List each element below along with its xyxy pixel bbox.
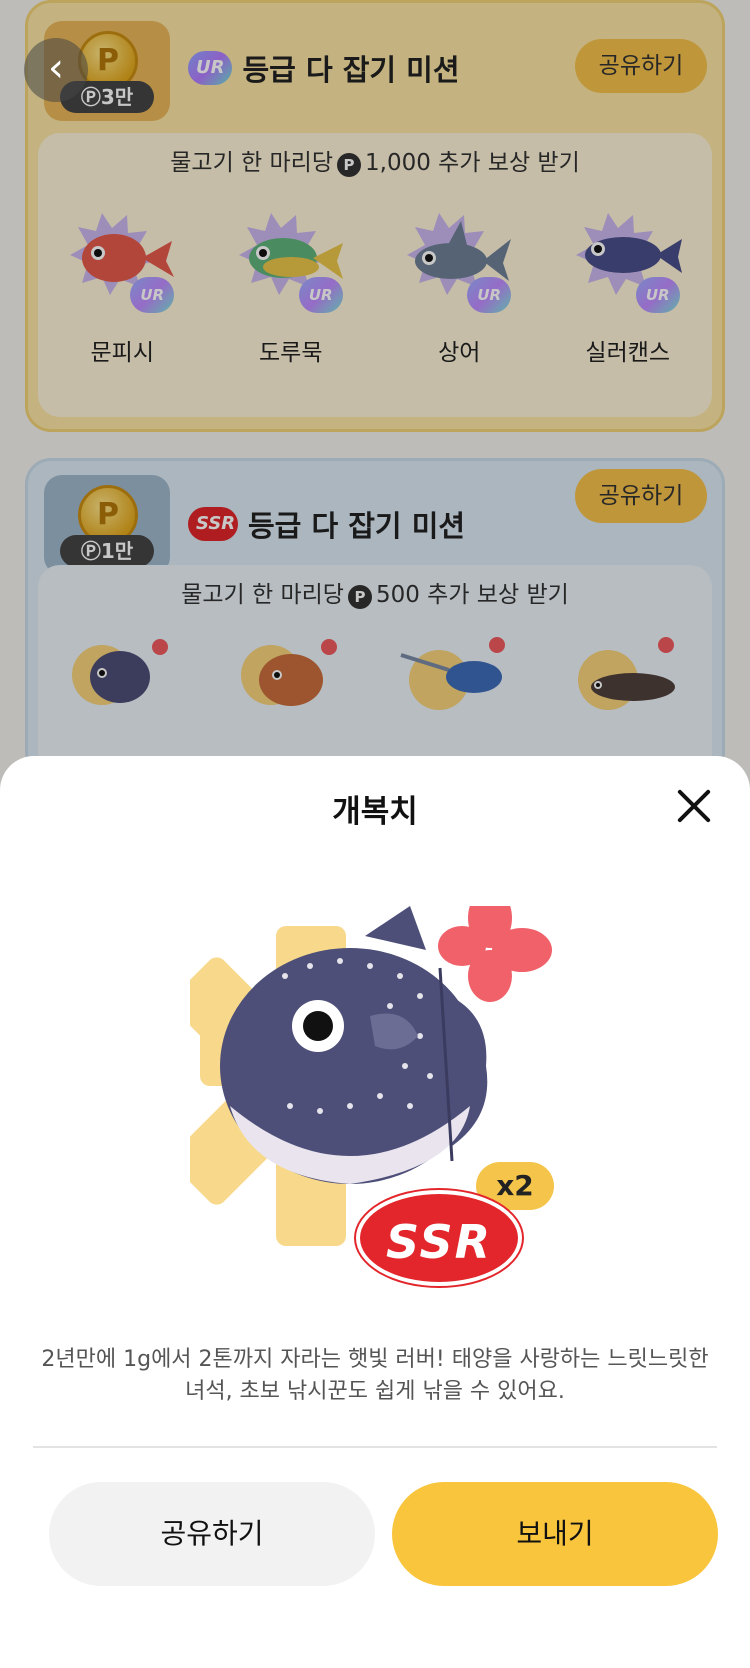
fish-description: 2년만에 1g에서 2톤까지 자라는 햇빛 러버! 태양을 사랑하는 느릿느릿한… (41, 1347, 709, 1404)
share-button[interactable]: 공유하기 (49, 1482, 375, 1586)
back-button[interactable]: ‹ (24, 38, 88, 102)
sheet-title: 개복치 (332, 794, 418, 830)
divider (33, 1446, 717, 1448)
fish-detail-sheet: 개복치 x2 SSR 2년만에 1g에서 2톤까지 자라는 햇빛 러버! 태양을… (0, 756, 750, 1668)
close-icon[interactable] (674, 786, 714, 826)
send-button[interactable]: 보내기 (392, 1482, 718, 1586)
ssr-grade-badge: SSR (356, 1190, 522, 1286)
